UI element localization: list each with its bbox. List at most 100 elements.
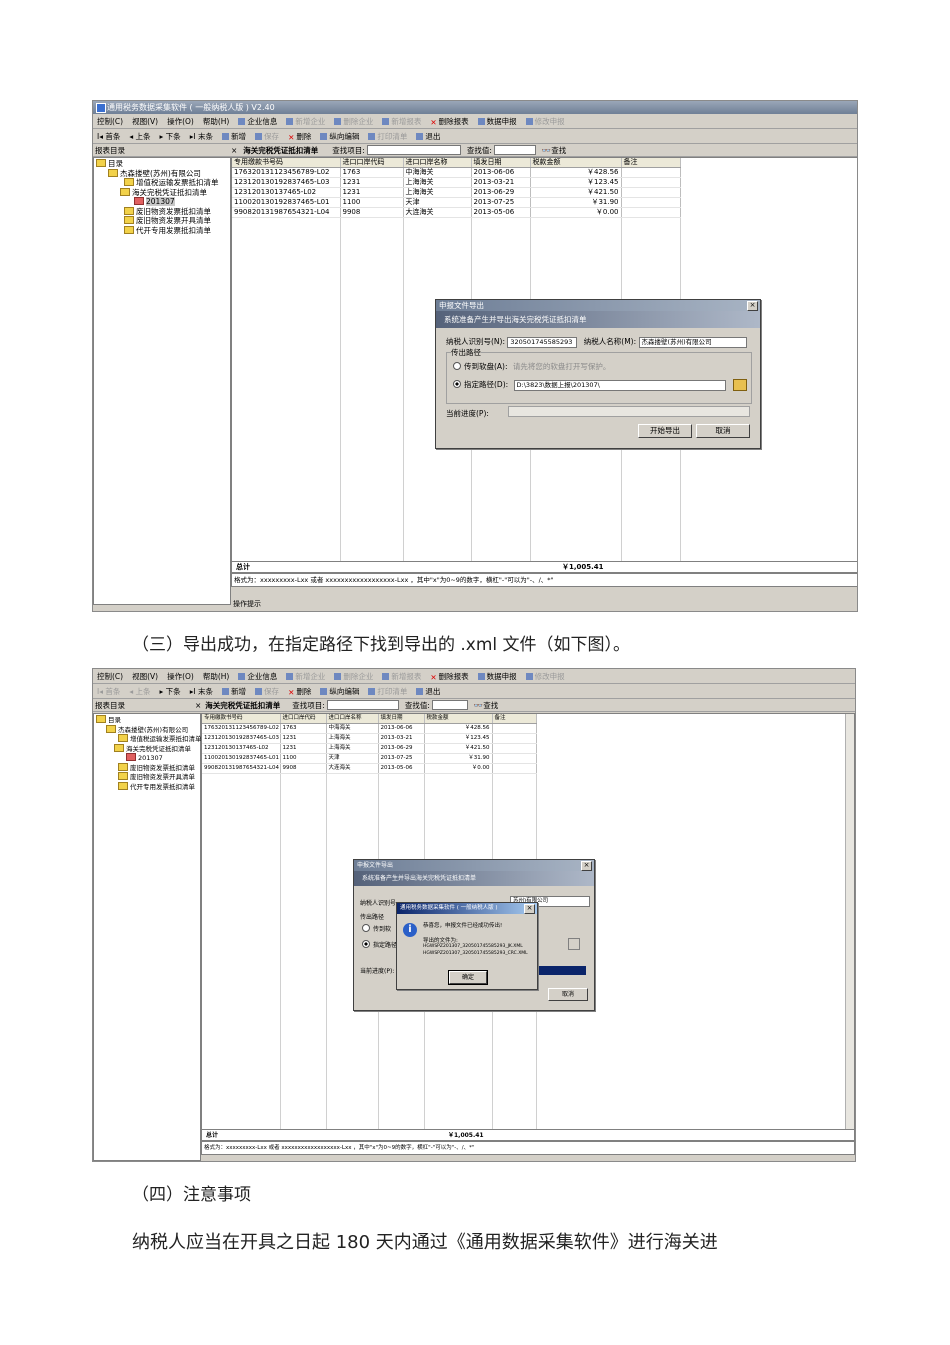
delete-report-button[interactable]: ✕ 删除报表 xyxy=(430,116,468,127)
name-field[interactable]: 杰森搂壁(苏州)有限公司 xyxy=(638,336,747,348)
pane-close-icon[interactable]: × xyxy=(195,701,201,710)
new-button[interactable]: 新增 xyxy=(222,131,246,142)
tree-root[interactable]: 目录 xyxy=(96,715,198,725)
path-option[interactable]: 指定路径(D): D:\3823\数据上报\201307\ xyxy=(453,379,726,391)
tree-item[interactable]: 废旧物资发票开具清单 xyxy=(96,772,198,782)
start-export-button[interactable]: 开始导出 xyxy=(638,424,692,438)
menu-control[interactable]: 控制(C) xyxy=(97,671,123,682)
col-header[interactable]: 税款金额 xyxy=(424,714,493,724)
vertical-edit-button[interactable]: 纵向编辑 xyxy=(320,131,359,142)
search-button[interactable]: 查找 xyxy=(551,145,566,156)
col-header[interactable]: 填发日期 xyxy=(378,714,425,724)
radio-path[interactable] xyxy=(362,940,370,948)
vertical-scrollbar[interactable] xyxy=(845,714,854,1140)
col-header[interactable]: 进口口岸代码 xyxy=(280,714,327,724)
exit-button[interactable]: 退出 xyxy=(416,686,440,697)
radio-floppy[interactable] xyxy=(453,362,461,370)
declare-button[interactable]: 数据申报 xyxy=(477,671,517,682)
save-button[interactable]: 保存 xyxy=(255,131,279,142)
save-button[interactable]: 保存 xyxy=(255,686,279,697)
tree-root[interactable]: 目录 xyxy=(96,159,228,169)
table-row[interactable]: 990820131987654321-L04 9908 大连海关 2013-05-06… xyxy=(232,207,681,218)
table-row[interactable]: 123120130192837465-L03 1231 上海海关 2013-03-21… xyxy=(202,733,537,744)
tree-item[interactable]: 增值税运输发票抵扣清单 xyxy=(96,734,202,744)
modify-declare-button[interactable]: 修改申报 xyxy=(525,116,565,127)
exit-button[interactable]: 退出 xyxy=(416,131,440,142)
col-header[interactable]: 进口口岸名称 xyxy=(326,714,379,724)
add-report-button[interactable]: 新增报表 xyxy=(382,116,421,127)
col-header[interactable]: 备注 xyxy=(621,158,681,168)
delete-report-button[interactable]: ✕ 删除报表 xyxy=(430,671,468,682)
first-record-button[interactable]: I◂ 首条 xyxy=(97,131,120,142)
menu-control[interactable]: 控制(C) xyxy=(97,116,123,127)
menu-view[interactable]: 视图(V) xyxy=(132,671,158,682)
company-info-button[interactable]: 企业信息 xyxy=(238,116,277,127)
radio-path[interactable] xyxy=(453,380,461,388)
first-record-button[interactable]: I◂ 首条 xyxy=(97,686,120,697)
binoculars-icon[interactable]: 👓 xyxy=(474,701,483,710)
delete-button[interactable]: ✕ 删除 xyxy=(288,131,311,142)
tree-item[interactable]: 废旧物资发票抵扣清单 xyxy=(96,206,228,217)
close-icon[interactable]: × xyxy=(524,904,535,914)
table-row[interactable]: 123120130137465-L02 1231 上海海关 2013-06-29 ￥42… xyxy=(232,187,681,198)
table-row[interactable]: 123120130137465-L02 1231 上海海关 2013-06-29 ￥42… xyxy=(202,743,537,754)
vertical-edit-button[interactable]: 纵向编辑 xyxy=(320,686,359,697)
tree-item[interactable]: 海关完税凭证抵扣清单 xyxy=(96,187,228,198)
next-record-button[interactable]: ▸ 下条 xyxy=(160,686,181,697)
prev-record-button[interactable]: ◂ 上条 xyxy=(129,686,150,697)
delete-company-button[interactable]: 删除企业 xyxy=(334,671,373,682)
col-header[interactable]: 专用缴款书号码 xyxy=(202,714,281,724)
menu-help[interactable]: 帮助(H) xyxy=(203,671,230,682)
radio-floppy[interactable] xyxy=(362,924,370,932)
add-company-button[interactable]: 新增企业 xyxy=(286,671,325,682)
tree-item[interactable]: 废旧物资发票抵扣清单 xyxy=(96,762,198,773)
table-row[interactable]: 176320131123456789-L02 1763 中海海关 2013-06-06… xyxy=(232,167,681,178)
search-button[interactable]: 查找 xyxy=(483,700,498,711)
next-record-button[interactable]: ▸ 下条 xyxy=(160,131,181,142)
pane-close-icon[interactable]: × xyxy=(231,146,237,155)
search-value-input[interactable] xyxy=(493,145,536,155)
table-row[interactable]: 123120130192837465-L03 1231 上海海关 2013-03-21… xyxy=(232,177,681,188)
floppy-option[interactable]: 传到软 xyxy=(362,924,391,933)
prev-record-button[interactable]: ◂ 上条 xyxy=(129,131,150,142)
menu-operate[interactable]: 操作(O) xyxy=(167,116,194,127)
menu-operate[interactable]: 操作(O) xyxy=(167,671,194,682)
table-row[interactable]: 110020130192837465-L01 1100 天津 2013-07-25 ￥3… xyxy=(232,197,681,208)
col-header[interactable]: 专用缴款书号码 xyxy=(232,158,341,168)
add-company-button[interactable]: 新增企业 xyxy=(286,116,325,127)
col-header[interactable]: 备注 xyxy=(492,714,537,724)
taxid-field[interactable]: 320501745585293 xyxy=(507,336,578,348)
tree-item[interactable]: 废旧物资发票开具清单 xyxy=(96,216,228,226)
print-list-button[interactable]: 打印清单 xyxy=(368,131,407,142)
search-item-select[interactable] xyxy=(366,145,461,155)
tree-item[interactable]: 代开专用发票抵扣清单 xyxy=(96,781,198,792)
last-record-button[interactable]: ▸I 末条 xyxy=(190,686,213,697)
tree-company[interactable]: 杰森搂壁(苏州)有限公司 xyxy=(96,168,228,179)
path-input[interactable]: D:\3823\数据上报\201307\ xyxy=(513,379,726,391)
col-header[interactable]: 填发日期 xyxy=(471,158,531,168)
search-item-select[interactable] xyxy=(326,700,399,710)
close-icon[interactable]: × xyxy=(747,301,758,311)
binoculars-icon[interactable]: 👓 xyxy=(542,146,551,155)
folder-browse-icon[interactable] xyxy=(733,379,747,391)
close-icon[interactable]: × xyxy=(581,861,592,871)
table-row[interactable]: 110020130192837465-L01 1100 天津 2013-07-25 ￥3… xyxy=(202,753,537,764)
cancel-button[interactable]: 取消 xyxy=(696,424,750,438)
tree-item[interactable]: 增值税运输发票抵扣清单 xyxy=(96,178,228,188)
col-header[interactable]: 进口口岸名称 xyxy=(403,158,472,168)
tree-item[interactable]: 海关完税凭证抵扣清单 xyxy=(96,743,198,754)
new-button[interactable]: 新增 xyxy=(222,686,246,697)
col-header[interactable]: 进口口岸代码 xyxy=(340,158,404,168)
print-list-button[interactable]: 打印清单 xyxy=(368,686,407,697)
folder-browse-icon[interactable] xyxy=(568,938,580,950)
path-option[interactable]: 指定路径 xyxy=(362,940,397,949)
table-row[interactable]: 176320131123456789-L02 1763 中海海关 2013-06-06… xyxy=(202,723,537,734)
ok-button[interactable]: 确定 xyxy=(448,970,488,985)
declare-button[interactable]: 数据申报 xyxy=(477,116,517,127)
add-report-button[interactable]: 新增报表 xyxy=(382,671,421,682)
tree-company[interactable]: 杰森搂壁(苏州)有限公司 xyxy=(96,724,198,735)
floppy-option[interactable]: 传到软盘(A): 请先将您的软盘打开写保护。 xyxy=(453,361,610,372)
company-info-button[interactable]: 企业信息 xyxy=(238,671,277,682)
tree-item[interactable]: 代开专用发票抵扣清单 xyxy=(96,225,228,236)
delete-button[interactable]: ✕ 删除 xyxy=(288,686,311,697)
